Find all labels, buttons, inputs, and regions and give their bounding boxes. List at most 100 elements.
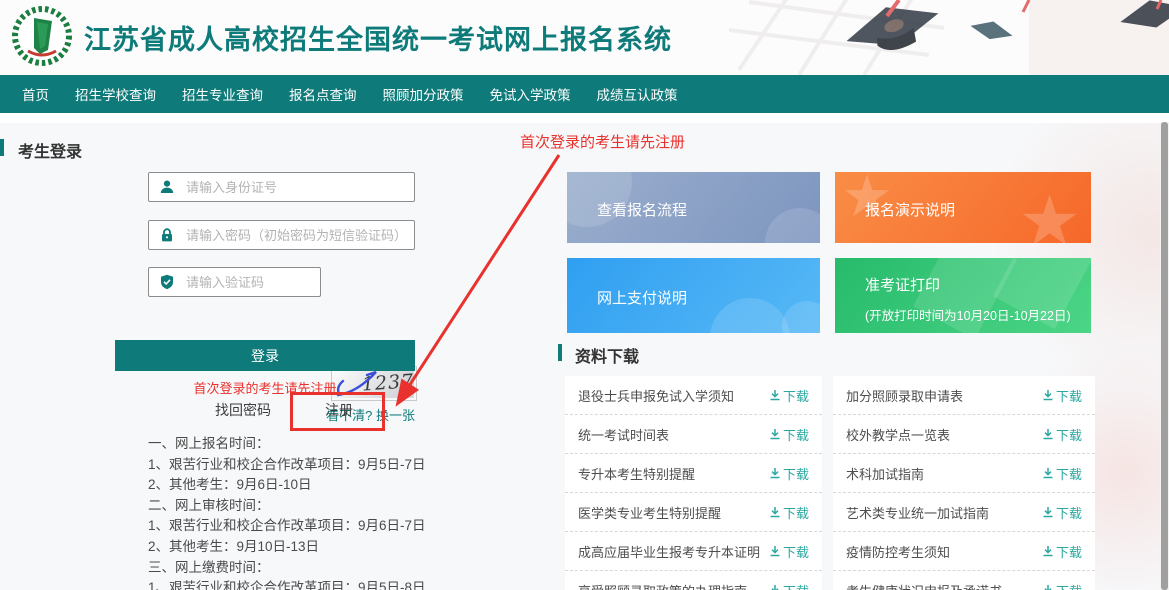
main-content: 考生登录 1237 (0, 113, 1169, 590)
nav-item-school-query[interactable]: 招生学校查询 (75, 84, 156, 104)
register-link[interactable]: 注册 (325, 400, 353, 420)
download-link[interactable]: 下载 (769, 503, 809, 522)
download-icon (769, 467, 781, 479)
password-input[interactable] (184, 227, 414, 244)
captcha-input[interactable] (184, 274, 320, 291)
captcha-field[interactable] (148, 267, 321, 297)
divider (0, 113, 1169, 123)
download-title: 享受照顾录取政策的办理指南 (578, 581, 747, 590)
download-row: 校外教学点一览表 下载 (833, 415, 1095, 454)
download-row: 疫情防控考生须知 下载 (833, 532, 1095, 571)
download-row: 享受照顾录取政策的办理指南 下载 (565, 571, 822, 590)
download-link[interactable]: 下载 (769, 425, 809, 444)
nav-item-score-recognition-policy[interactable]: 成绩互认政策 (597, 84, 678, 104)
user-icon (159, 179, 175, 195)
download-title: 考生健康状况申报及承诺书 (846, 581, 1002, 590)
download-icon (1042, 584, 1054, 590)
panel-sublabel: (开放打印时间为10月20日-10月22日) (865, 305, 1071, 324)
panel-label: 准考证打印 (865, 274, 940, 295)
page: 江苏省成人高校招生全国统一考试网上报名系统 首页 招生学校查询 招生专业查询 报… (0, 0, 1169, 590)
download-icon (1042, 428, 1054, 440)
download-title: 术科加试指南 (846, 464, 924, 483)
download-link[interactable]: 下载 (1042, 581, 1082, 590)
download-title: 疫情防控考生须知 (846, 542, 950, 561)
schedule-line: 二、网上审核时间： (148, 496, 426, 517)
downloads-left-column: 退役士兵申报免试入学须知 下载 统一考试时间表 下载 专升本考生特别提醒 下载 … (565, 376, 822, 590)
download-link[interactable]: 下载 (1042, 503, 1082, 522)
id-number-input[interactable] (184, 179, 414, 196)
schedule-line: 1、艰苦行业和校企合作改革项目：9月6日-7日 (148, 516, 426, 537)
download-row: 专升本考生特别提醒 下载 (565, 454, 822, 493)
schedule-line: 1、艰苦行业和校企合作改革项目：9月5日-8日 (148, 578, 426, 590)
first-login-note: 首次登录的考生请先注册 (115, 378, 415, 397)
download-link[interactable]: 下载 (769, 464, 809, 483)
download-icon (1042, 545, 1054, 557)
download-link[interactable]: 下载 (1042, 425, 1082, 444)
download-title: 退役士兵申报免试入学须知 (578, 386, 734, 405)
download-title: 统一考试时间表 (578, 425, 669, 444)
download-title: 校外教学点一览表 (846, 425, 950, 444)
download-icon (769, 545, 781, 557)
download-icon (1042, 506, 1054, 518)
scrollbar-thumb[interactable] (1161, 122, 1168, 590)
download-title: 艺术类专业统一加试指南 (846, 503, 989, 522)
password-field[interactable] (148, 220, 415, 250)
download-row: 成高应届毕业生报考专升本证明 下载 (565, 532, 822, 571)
downloads-section-title: 资料下载 (575, 343, 639, 367)
login-button[interactable]: 登录 (115, 340, 415, 371)
download-link[interactable]: 下载 (769, 386, 809, 405)
lock-icon (159, 227, 175, 243)
panel-label: 查看报名流程 (597, 199, 687, 220)
panel-label: 报名演示说明 (865, 199, 955, 220)
panel-online-payment-info[interactable]: 网上支付说明 (567, 258, 820, 333)
nav-item-registration-point-query[interactable]: 报名点查询 (289, 84, 357, 104)
download-row: 退役士兵申报免试入学须知 下载 (565, 376, 822, 415)
download-row: 艺术类专业统一加试指南 下载 (833, 493, 1095, 532)
download-icon (769, 584, 781, 590)
nav-item-exemption-policy[interactable]: 免试入学政策 (490, 84, 571, 104)
nav-item-major-query[interactable]: 招生专业查询 (182, 84, 263, 104)
download-title: 成高应届毕业生报考专升本证明 (578, 542, 760, 561)
download-icon (769, 428, 781, 440)
panel-decoration (765, 208, 820, 243)
download-title: 专升本考生特别提醒 (578, 464, 695, 483)
nav-item-home[interactable]: 首页 (22, 84, 49, 104)
login-accent-bar (0, 139, 4, 156)
forgot-password-link[interactable]: 找回密码 (215, 400, 271, 420)
download-icon (769, 506, 781, 518)
panel-registration-demo[interactable]: ★ ★ 报名演示说明 (835, 172, 1091, 243)
panel-admission-ticket-print[interactable]: 准考证打印 (开放打印时间为10月20日-10月22日) (835, 258, 1091, 333)
nav-item-bonus-policy[interactable]: 照顾加分政策 (383, 84, 464, 104)
schedule-text: 一、网上报名时间： 1、艰苦行业和校企合作改革项目：9月5日-7日 2、其他考生… (148, 434, 426, 590)
download-title: 加分照顾录取申请表 (846, 386, 963, 405)
shield-check-icon (159, 274, 175, 290)
download-row: 术科加试指南 下载 (833, 454, 1095, 493)
annotation-register-first: 首次登录的考生请先注册 (520, 131, 685, 152)
download-link[interactable]: 下载 (1042, 386, 1082, 405)
login-section-title: 考生登录 (18, 138, 82, 162)
download-row: 考生健康状况申报及承诺书 下载 (833, 571, 1095, 590)
download-icon (1042, 389, 1054, 401)
header: 江苏省成人高校招生全国统一考试网上报名系统 (0, 0, 1169, 75)
main-nav: 首页 招生学校查询 招生专业查询 报名点查询 照顾加分政策 免试入学政策 成绩互… (0, 75, 1169, 113)
panel-view-registration-process[interactable]: 查看报名流程 (567, 172, 820, 243)
header-background-image (729, 0, 1169, 75)
schedule-line: 2、其他考生：9月10日-13日 (148, 537, 426, 558)
scrollbar[interactable] (1160, 122, 1169, 590)
download-link[interactable]: 下载 (769, 581, 809, 590)
download-row: 统一考试时间表 下载 (565, 415, 822, 454)
schedule-line: 一、网上报名时间： (148, 434, 426, 455)
star-decoration: ★ (1018, 186, 1081, 243)
panel-label: 网上支付说明 (597, 287, 687, 308)
download-link[interactable]: 下载 (1042, 464, 1082, 483)
download-icon (1042, 467, 1054, 479)
download-icon (769, 389, 781, 401)
panel-decoration (782, 301, 820, 333)
site-logo (10, 4, 74, 68)
download-row: 加分照顾录取申请表 下载 (833, 376, 1095, 415)
downloads-right-column: 加分照顾录取申请表 下载 校外教学点一览表 下载 术科加试指南 下载 艺术类专业… (833, 376, 1095, 590)
download-link[interactable]: 下载 (1042, 542, 1082, 561)
id-number-field[interactable] (148, 172, 415, 202)
site-title: 江苏省成人高校招生全国统一考试网上报名系统 (84, 18, 672, 57)
download-link[interactable]: 下载 (769, 542, 809, 561)
